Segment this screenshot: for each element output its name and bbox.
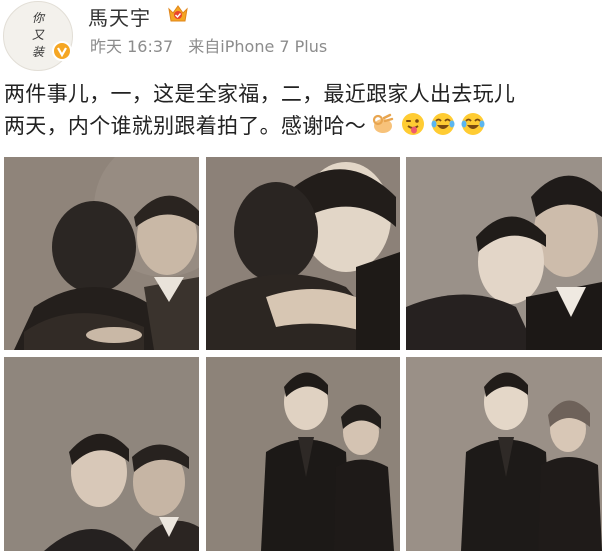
photo-pose-with-father[interactable] <box>406 157 602 350</box>
photo-standing-with-mother[interactable] <box>206 357 400 551</box>
post-meta: 昨天 16:37 来自iPhone 7 Plus <box>90 33 327 57</box>
username[interactable]: 馬天宇 <box>88 2 151 31</box>
tongue-wink-emoji-icon <box>402 113 425 135</box>
post-source[interactable]: 来自iPhone 7 Plus <box>188 37 327 56</box>
vip-crown-icon[interactable] <box>166 3 190 25</box>
verified-icon <box>52 41 72 61</box>
photo-forehead-touch-father[interactable] <box>4 357 199 551</box>
post-time: 昨天 16:37 <box>90 37 174 56</box>
laugh-tears-emoji-icon <box>431 113 455 135</box>
laugh-tears-emoji-icon <box>461 113 485 135</box>
photo-standing-with-mother-2[interactable] <box>406 357 602 551</box>
ok-hand-emoji-icon <box>373 113 394 133</box>
post-text-line2-content: 两天，内个谁就别跟着拍了。感谢哈～ <box>4 114 367 138</box>
post-text-line: 两件事儿，一，这是全家福，二，最近跟家人出去玩儿 <box>4 82 516 106</box>
post-text: 两件事儿，一，这是全家福，二，最近跟家人出去玩儿 两天，内个谁就别跟着拍了。感谢… <box>4 78 604 142</box>
photo-hug-smile[interactable] <box>206 157 400 350</box>
photo-hug-father-back[interactable] <box>4 157 199 350</box>
post-text-line-2: 两天，内个谁就别跟着拍了。感谢哈～ <box>4 110 604 142</box>
